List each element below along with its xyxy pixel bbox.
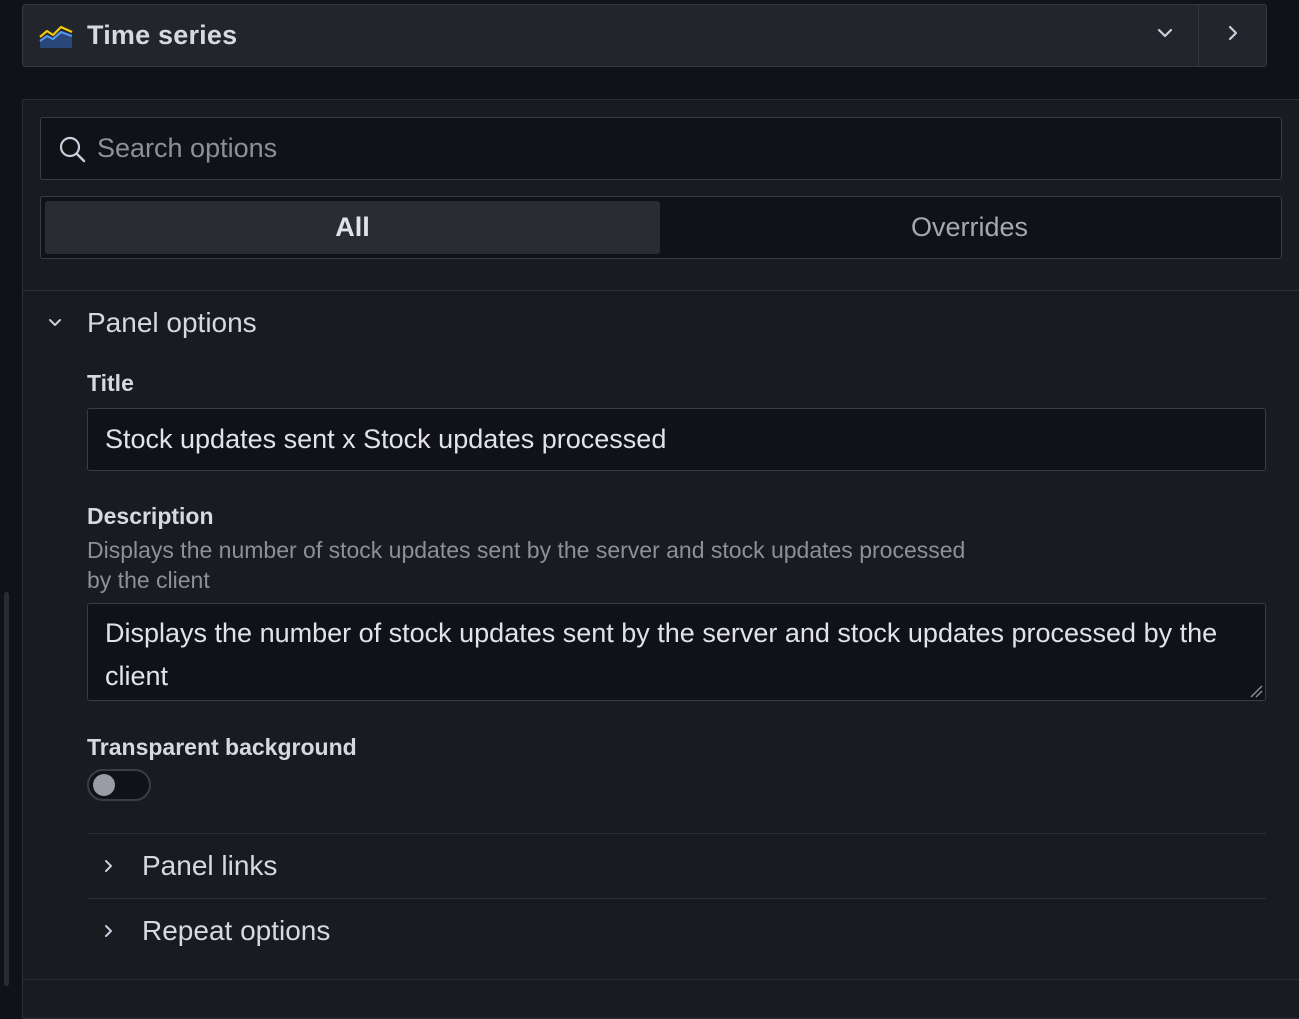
title-input[interactable] — [87, 408, 1266, 471]
transparent-background-toggle[interactable] — [87, 769, 151, 801]
time-series-chart-icon — [39, 22, 73, 50]
visualization-dropdown-button[interactable] — [1132, 5, 1198, 66]
description-help-text: Displays the number of stock updates sen… — [87, 537, 966, 593]
transparent-background-label: Transparent background — [87, 734, 357, 760]
toggle-knob — [93, 774, 115, 796]
chevron-right-icon — [1224, 24, 1242, 47]
panel-options-title: Panel options — [87, 307, 257, 338]
search-icon — [57, 134, 87, 164]
repeat-options-section[interactable]: Repeat options — [87, 898, 1266, 962]
visualization-name: Time series — [87, 20, 238, 50]
description-field-label: Description — [87, 503, 214, 529]
chevron-right-icon — [99, 923, 119, 939]
description-textarea[interactable]: Displays the number of stock updates sen… — [87, 603, 1266, 701]
repeat-options-title: Repeat options — [142, 914, 331, 946]
resize-handle-icon[interactable] — [1249, 684, 1263, 698]
options-tabs: All Overrides — [40, 196, 1282, 259]
visualization-picker[interactable]: Time series — [22, 4, 1267, 67]
divider — [23, 979, 1299, 980]
tab-all[interactable]: All — [45, 201, 660, 254]
options-pane: All Overrides Panel options Title Descri… — [22, 99, 1299, 1019]
scrollbar[interactable] — [4, 592, 9, 986]
search-options-box[interactable] — [40, 117, 1282, 180]
chevron-down-icon — [1156, 24, 1174, 47]
panel-links-section[interactable]: Panel links — [87, 833, 1266, 897]
title-field-label: Title — [87, 370, 134, 396]
chevron-right-icon — [99, 858, 119, 874]
tab-overrides[interactable]: Overrides — [662, 201, 1277, 254]
panel-links-title: Panel links — [142, 849, 278, 881]
divider — [23, 290, 1299, 291]
visualization-expand-button[interactable] — [1198, 5, 1266, 66]
search-input[interactable] — [87, 118, 1281, 179]
panel-options-header[interactable]: Panel options — [23, 298, 1299, 348]
chevron-down-icon — [45, 315, 65, 331]
